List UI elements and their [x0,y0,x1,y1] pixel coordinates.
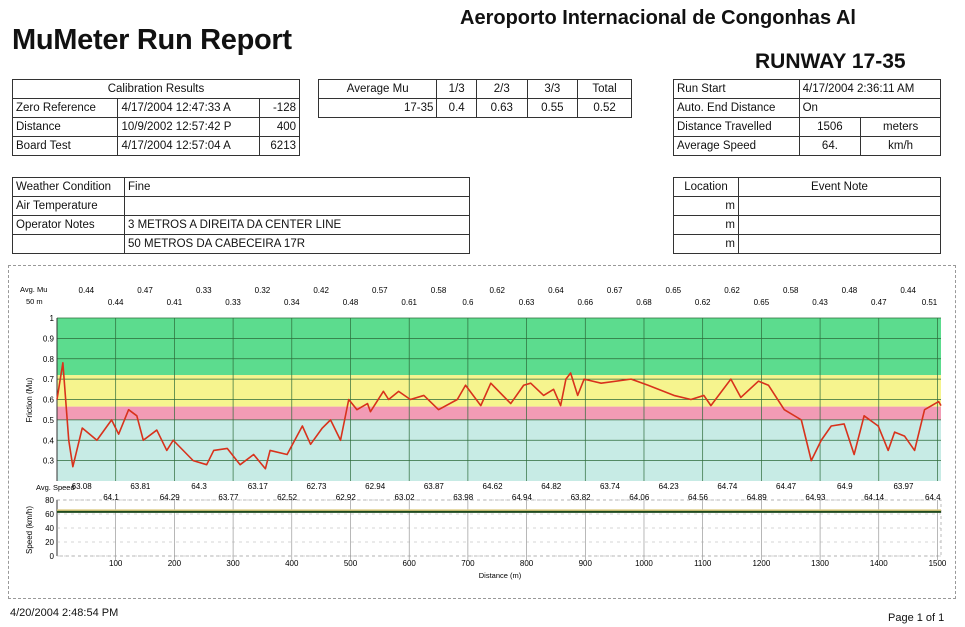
segment-avg-speed: 64.82 [541,482,562,491]
friction-tick-label: 0.3 [43,457,55,466]
speed-tick-label: 40 [45,524,54,533]
segment-avg-mu: 0.66 [577,298,593,307]
segment-avg-mu: 0.34 [284,298,300,307]
segment-avg-mu: 0.42 [313,286,329,295]
segment-avg-mu: 0.58 [431,286,447,295]
friction-speed-chart: 0.30.40.50.60.70.80.91100 200 300 400 500 600… [20,285,947,580]
segment-avg-speed: 62.94 [365,482,386,491]
segment-avg-mu: 0.51 [922,298,938,307]
segment-avg-mu: 0.44 [79,286,95,295]
segment-avg-speed: 64.23 [659,482,680,491]
segment-avg-speed: 64.56 [688,493,709,502]
segment-avg-mu: 0.33 [225,298,241,307]
x-tick-label: 300 [226,559,240,568]
x-tick-label: 400 [285,559,299,568]
avg-speed-label: Avg. Speed [36,483,75,492]
segment-avg-mu: 0.47 [871,298,887,307]
segment-avg-speed: 63.74 [600,482,621,491]
segment-avg-mu: 0.65 [754,298,770,307]
friction-tick-label: 1 [50,314,55,323]
speed-axis-title: Speed (km/h) [25,506,34,554]
x-tick-label: 800 [520,559,534,568]
segment-avg-mu: 0.48 [343,298,359,307]
segment-avg-speed: 64.74 [717,482,738,491]
friction-tick-label: 0.5 [43,416,55,425]
x-tick-label: 700 [461,559,475,568]
segment-avg-mu: 0.68 [636,298,652,307]
segment-avg-mu: 0.44 [108,298,124,307]
x-tick-label: 1200 [752,559,770,568]
segment-avg-mu: 0.33 [196,286,212,295]
segment-avg-speed: 64.29 [160,493,181,502]
friction-tick-label: 0.6 [43,396,55,405]
segment-avg-speed: 64.06 [629,493,650,502]
segment-avg-mu: 0.58 [783,286,799,295]
segment-avg-speed: 64.14 [864,493,885,502]
segment-avg-mu: 0.41 [167,298,183,307]
segment-avg-mu: 0.65 [666,286,682,295]
x-tick-label: 900 [579,559,593,568]
segment-avg-mu: 0.43 [812,298,828,307]
x-axis-title: Distance (m) [479,571,522,580]
segment-avg-mu: 0.57 [372,286,388,295]
speed-tick-label: 60 [45,510,54,519]
segment-avg-mu: 0.62 [695,298,711,307]
segment-avg-mu: 0.62 [724,286,740,295]
segment-avg-speed: 63.08 [72,482,93,491]
speed-tick-label: 80 [45,496,54,505]
x-tick-label: 100 [109,559,123,568]
page-number: Page 1 of 1 [888,612,945,624]
x-tick-label: 600 [403,559,417,568]
segment-avg-mu: 0.48 [842,286,858,295]
segment-avg-mu: 0.47 [137,286,153,295]
segment-avg-speed: 62.73 [306,482,327,491]
x-tick-label: 1000 [635,559,653,568]
x-tick-label: 1400 [870,559,888,568]
segment-avg-speed: 64.94 [512,493,533,502]
segment-avg-mu: 0.32 [255,286,271,295]
friction-band [57,318,941,376]
segment-avg-mu: 0.64 [548,286,564,295]
segment-avg-mu: 0.67 [607,286,623,295]
segment-avg-speed: 64.9 [837,482,853,491]
segment-length-label: 50 m [26,297,43,306]
x-tick-label: 500 [344,559,358,568]
friction-band [57,406,941,420]
segment-avg-speed: 64.4 [925,493,941,502]
segment-avg-speed: 63.02 [395,493,416,502]
segment-avg-speed: 62.52 [277,493,298,502]
segment-avg-speed: 64.3 [191,482,207,491]
friction-tick-label: 0.4 [43,436,55,445]
segment-avg-mu: 0.62 [489,286,505,295]
friction-tick-label: 0.7 [43,375,55,384]
speed-tick-label: 20 [45,538,54,547]
segment-avg-mu: 0.6 [462,298,474,307]
segment-avg-speed: 63.87 [424,482,445,491]
segment-avg-speed: 63.97 [893,482,914,491]
speed-tick-label: 0 [50,552,55,561]
x-tick-label: 1300 [811,559,829,568]
segment-avg-speed: 64.62 [483,482,504,491]
segment-avg-speed: 64.47 [776,482,797,491]
segment-avg-speed: 64.89 [747,493,768,502]
x-tick-label: 200 [168,559,182,568]
friction-tick-label: 0.8 [43,355,55,364]
x-tick-label: 1100 [694,559,712,568]
x-tick-label: 1500 [929,559,947,568]
segment-avg-mu: 0.61 [401,298,417,307]
friction-tick-label: 0.9 [43,334,55,343]
segment-avg-speed: 62.92 [336,493,357,502]
segment-avg-speed: 63.98 [453,493,474,502]
segment-avg-speed: 63.81 [130,482,151,491]
segment-avg-mu: 0.63 [519,298,535,307]
print-timestamp: 4/20/2004 2:48:54 PM [10,607,119,619]
segment-avg-speed: 64.93 [805,493,826,502]
avg-mu-label: Avg. Mu [20,285,47,294]
segment-avg-speed: 63.17 [248,482,269,491]
segment-avg-speed: 63.77 [218,493,239,502]
friction-axis-title: Friction (Mu) [25,377,34,422]
segment-avg-mu: 0.44 [900,286,916,295]
segment-avg-speed: 64.1 [103,493,119,502]
segment-avg-speed: 63.82 [571,493,592,502]
